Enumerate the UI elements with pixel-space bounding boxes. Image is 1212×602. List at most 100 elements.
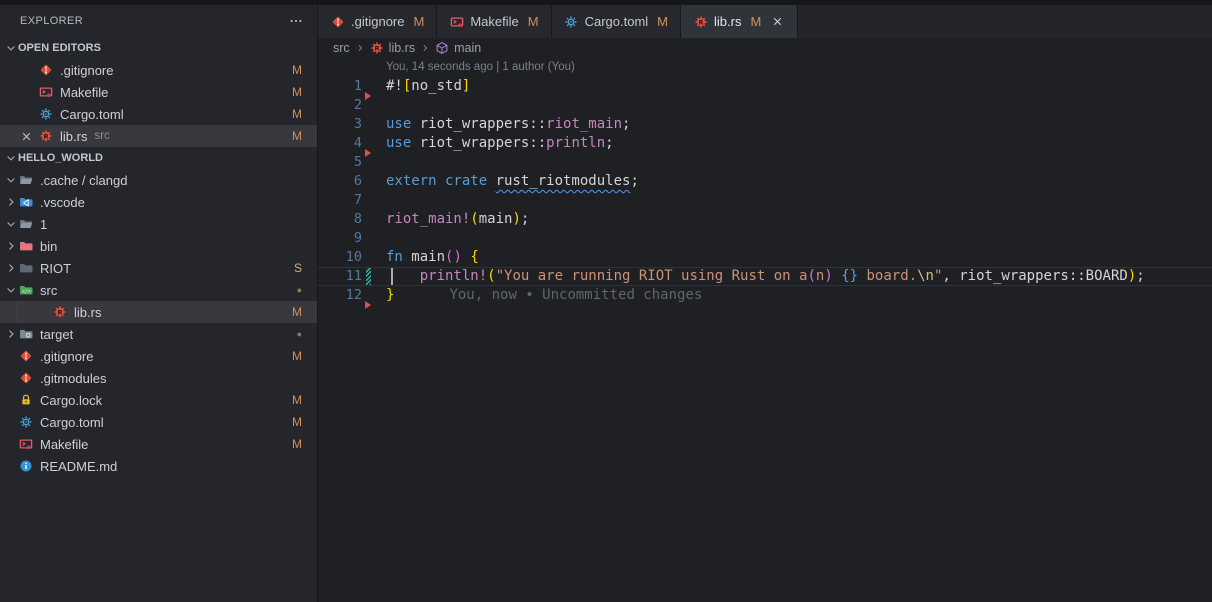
code-line-1[interactable]: 1 #![no_std] xyxy=(318,77,1212,96)
tree-item-.vscode[interactable]: .vscode xyxy=(0,191,317,213)
tree-item-.gitmodules[interactable]: .gitmodules xyxy=(0,367,317,389)
makefile-icon xyxy=(18,436,34,452)
code-token: ; xyxy=(1136,268,1144,284)
tree-item-target[interactable]: target ● xyxy=(0,323,317,345)
breadcrumb-item-src[interactable]: src xyxy=(333,41,350,55)
line-number: 11 xyxy=(318,267,362,286)
code-line-2[interactable]: 2 xyxy=(318,96,1212,115)
code-text: use riot_wrappers::println; xyxy=(386,134,614,153)
code-token: ( xyxy=(807,268,815,284)
code-editor[interactable]: You, 14 seconds ago | 1 author (You) 1 #!… xyxy=(318,58,1212,602)
tab-modified-badge: M xyxy=(413,14,424,29)
tab-modified-badge: M xyxy=(750,14,761,29)
breadcrumb-item-main[interactable]: main xyxy=(435,41,481,56)
open-editor-item-Cargo.toml[interactable]: Cargo.tomlM xyxy=(0,103,317,125)
tree-item-label: target xyxy=(40,327,73,342)
tree-item-lib.rs[interactable]: Rlib.rsM xyxy=(0,301,317,323)
code-token: , riot_wrappers::BOARD xyxy=(942,268,1127,284)
close-icon[interactable] xyxy=(771,15,785,29)
chevron-right-icon xyxy=(4,262,18,274)
git-status-badge: M xyxy=(292,85,302,99)
open-editors-label: OPEN EDITORS xyxy=(18,42,101,54)
code-token: use xyxy=(386,116,420,132)
tree-item-RIOT[interactable]: RIOTS xyxy=(0,257,317,279)
code-line-8[interactable]: 8riot_main!(main); xyxy=(318,210,1212,229)
tab-Cargo.toml[interactable]: Cargo.tomlM xyxy=(552,5,681,38)
open-editors-section-header[interactable]: OPEN EDITORS xyxy=(0,37,317,59)
close-icon[interactable] xyxy=(20,129,34,143)
deleted-lines-marker xyxy=(365,301,371,309)
chevron-right-icon xyxy=(4,196,18,208)
code-token: no_std xyxy=(411,78,462,94)
git-status-badge: ● xyxy=(297,329,302,339)
open-editor-item-lib.rs[interactable]: Rlib.rssrcM xyxy=(0,125,317,147)
tree-item-1[interactable]: 1 xyxy=(0,213,317,235)
lock-icon xyxy=(18,392,34,408)
folder-src-icon: </> xyxy=(18,282,34,298)
tree-item-README.md[interactable]: README.md xyxy=(0,455,317,477)
code-token: {} xyxy=(841,268,858,284)
open-editor-label: Makefile xyxy=(60,85,108,100)
code-line-10[interactable]: 10fn main() { xyxy=(318,248,1212,267)
code-line-5[interactable]: 5 xyxy=(318,153,1212,172)
code-token: ( xyxy=(470,211,478,227)
code-line-6[interactable]: 6extern crate rust_riotmodules; xyxy=(318,172,1212,191)
file-tree: .cache / clangd.vscode1binRIOTS</>src● R… xyxy=(0,169,317,477)
open-editor-item-Makefile[interactable]: Makefile M xyxy=(0,81,317,103)
breadcrumb-label: lib.rs xyxy=(389,41,415,55)
open-editor-description: src xyxy=(94,130,109,142)
tab-label: lib.rs xyxy=(714,14,741,29)
tree-item-Cargo.toml[interactable]: Cargo.tomlM xyxy=(0,411,317,433)
open-editors-list: .gitignoreM Makefile M Cargo.tomlM Rlib.rs… xyxy=(0,59,317,147)
tree-item-src[interactable]: </>src● xyxy=(0,279,317,301)
tree-item-label: lib.rs xyxy=(74,305,101,320)
line-number: 1 xyxy=(318,77,362,96)
svg-text:R: R xyxy=(698,18,703,26)
breadcrumb-item-lib.rs[interactable]: Rlib.rs xyxy=(370,41,415,56)
git-icon xyxy=(18,348,34,364)
code-line-7[interactable]: 7 xyxy=(318,191,1212,210)
folder-target-icon xyxy=(18,326,34,342)
tree-item-Cargo.lock[interactable]: Cargo.lockM xyxy=(0,389,317,411)
code-token: ; xyxy=(521,211,529,227)
code-line-4[interactable]: 4use riot_wrappers::println; xyxy=(318,134,1212,153)
open-editor-item-.gitignore[interactable]: .gitignoreM xyxy=(0,59,317,81)
code-text: extern crate rust_riotmodules; xyxy=(386,172,639,191)
tab-.gitignore[interactable]: .gitignoreM xyxy=(318,5,437,38)
modified-lines-marker xyxy=(366,268,371,285)
tab-Makefile[interactable]: MakefileM xyxy=(437,5,551,38)
code-token: ; xyxy=(605,135,613,151)
ellipsis-icon[interactable] xyxy=(289,14,303,28)
gutter-decoration xyxy=(362,115,386,134)
git-status-badge: M xyxy=(292,415,302,429)
tree-item-.cache-clangd[interactable]: .cache / clangd xyxy=(0,169,317,191)
rust-icon: R xyxy=(38,128,54,144)
code-token: main xyxy=(411,249,445,265)
git-status-badge: M xyxy=(292,63,302,77)
line-number: 12 xyxy=(318,286,362,305)
makefile-icon xyxy=(38,84,54,100)
tree-item-label: Makefile xyxy=(40,437,88,452)
tree-item-.gitignore[interactable]: .gitignoreM xyxy=(0,345,317,367)
blame-annotation: You, 14 seconds ago | 1 author (You) xyxy=(386,58,1212,77)
makefile-icon xyxy=(449,14,464,29)
code-line-12[interactable]: 12}You, now • Uncommitted changes xyxy=(318,286,1212,305)
code-line-11[interactable]: 11 println!("You are running RIOT using … xyxy=(318,267,1212,286)
rust-icon: R xyxy=(370,41,385,56)
code-text: #![no_std] xyxy=(386,77,470,96)
code-token: ; xyxy=(622,116,630,132)
workspace-tree-section: HELLO_WORLD .cache / clangd.vscode1binRI… xyxy=(0,147,317,477)
tree-item-bin[interactable]: bin xyxy=(0,235,317,257)
code-text: println!("You are running RIOT using Rus… xyxy=(386,267,1145,286)
code-token: ) xyxy=(824,268,832,284)
tab-lib.rs[interactable]: Rlib.rs M xyxy=(681,5,798,38)
code-line-3[interactable]: 3use riot_wrappers::riot_main; xyxy=(318,115,1212,134)
code-token: \n xyxy=(917,268,934,284)
code-line-9[interactable]: 9 xyxy=(318,229,1212,248)
gear-blue-icon xyxy=(564,14,579,29)
workspace-section-header[interactable]: HELLO_WORLD xyxy=(0,147,317,169)
code-token: } xyxy=(386,287,394,303)
deleted-lines-marker xyxy=(365,149,371,157)
tree-item-Makefile[interactable]: MakefileM xyxy=(0,433,317,455)
breadcrumb: src Rlib.rs main xyxy=(318,38,1212,58)
